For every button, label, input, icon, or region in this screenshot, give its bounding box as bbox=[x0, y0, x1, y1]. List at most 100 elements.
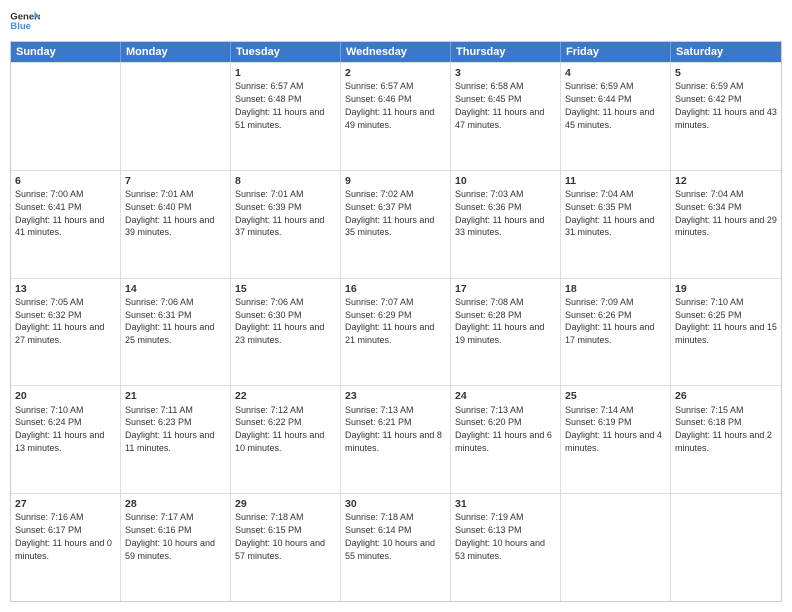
cell-info: Sunrise: 7:10 AMSunset: 6:24 PMDaylight:… bbox=[15, 405, 104, 453]
day-number: 14 bbox=[125, 282, 226, 296]
cell-info: Sunrise: 7:14 AMSunset: 6:19 PMDaylight:… bbox=[565, 405, 662, 453]
cell-info: Sunrise: 7:10 AMSunset: 6:25 PMDaylight:… bbox=[675, 297, 777, 345]
day-number: 8 bbox=[235, 174, 336, 188]
cell-info: Sunrise: 7:13 AMSunset: 6:20 PMDaylight:… bbox=[455, 405, 552, 453]
day-number: 15 bbox=[235, 282, 336, 296]
cell-info: Sunrise: 7:12 AMSunset: 6:22 PMDaylight:… bbox=[235, 405, 324, 453]
calendar-day-30: 30Sunrise: 7:18 AMSunset: 6:14 PMDayligh… bbox=[341, 494, 451, 601]
day-number: 3 bbox=[455, 66, 556, 80]
day-number: 11 bbox=[565, 174, 666, 188]
calendar-day-22: 22 Sunrise: 7:12 AMSunset: 6:22 PMDayligh… bbox=[231, 386, 341, 493]
cell-info: Sunrise: 7:04 AMSunset: 6:35 PMDaylight:… bbox=[565, 189, 654, 237]
calendar-week-1: 1Sunrise: 6:57 AMSunset: 6:48 PMDaylight… bbox=[11, 62, 781, 170]
calendar-body: 1Sunrise: 6:57 AMSunset: 6:48 PMDaylight… bbox=[11, 62, 781, 601]
cell-info: Sunrise: 7:04 AMSunset: 6:34 PMDaylight:… bbox=[675, 189, 777, 237]
cell-info: Sunrise: 6:59 AMSunset: 6:42 PMDaylight:… bbox=[675, 81, 777, 129]
cell-info: Sunrise: 7:06 AMSunset: 6:30 PMDaylight:… bbox=[235, 297, 324, 345]
calendar-day-8: 8Sunrise: 7:01 AMSunset: 6:39 PMDaylight… bbox=[231, 171, 341, 278]
day-number: 30 bbox=[345, 497, 446, 511]
cell-info: Sunrise: 7:19 AMSunset: 6:13 PMDaylight:… bbox=[455, 512, 545, 560]
calendar-day-10: 10Sunrise: 7:03 AMSunset: 6:36 PMDayligh… bbox=[451, 171, 561, 278]
calendar-day-12: 12Sunrise: 7:04 AMSunset: 6:34 PMDayligh… bbox=[671, 171, 781, 278]
calendar-day-9: 9Sunrise: 7:02 AMSunset: 6:37 PMDaylight… bbox=[341, 171, 451, 278]
calendar-week-5: 27Sunrise: 7:16 AMSunset: 6:17 PMDayligh… bbox=[11, 493, 781, 601]
day-number: 17 bbox=[455, 282, 556, 296]
cell-info: Sunrise: 7:13 AMSunset: 6:21 PMDaylight:… bbox=[345, 405, 442, 453]
cell-info: Sunrise: 7:01 AMSunset: 6:39 PMDaylight:… bbox=[235, 189, 324, 237]
calendar-header-row: SundayMondayTuesdayWednesdayThursdayFrid… bbox=[11, 42, 781, 62]
day-number: 18 bbox=[565, 282, 666, 296]
day-number: 22 bbox=[235, 389, 336, 403]
calendar-day-6: 6Sunrise: 7:00 AMSunset: 6:41 PMDaylight… bbox=[11, 171, 121, 278]
day-number: 21 bbox=[125, 389, 226, 403]
calendar-day-25: 25 Sunrise: 7:14 AMSunset: 6:19 PMDayligh… bbox=[561, 386, 671, 493]
header-day-tuesday: Tuesday bbox=[231, 42, 341, 62]
logo: General Blue bbox=[10, 10, 40, 35]
cell-info: Sunrise: 7:17 AMSunset: 6:16 PMDaylight:… bbox=[125, 512, 215, 560]
calendar-day-23: 23 Sunrise: 7:13 AMSunset: 6:21 PMDayligh… bbox=[341, 386, 451, 493]
logo-icon: General Blue bbox=[10, 10, 40, 35]
header-day-sunday: Sunday bbox=[11, 42, 121, 62]
calendar-day-11: 11Sunrise: 7:04 AMSunset: 6:35 PMDayligh… bbox=[561, 171, 671, 278]
day-number: 25 bbox=[565, 389, 666, 403]
day-number: 1 bbox=[235, 66, 336, 80]
calendar-day-29: 29Sunrise: 7:18 AMSunset: 6:15 PMDayligh… bbox=[231, 494, 341, 601]
calendar-day-27: 27Sunrise: 7:16 AMSunset: 6:17 PMDayligh… bbox=[11, 494, 121, 601]
calendar-day-16: 16Sunrise: 7:07 AMSunset: 6:29 PMDayligh… bbox=[341, 279, 451, 386]
day-number: 10 bbox=[455, 174, 556, 188]
calendar-day-5: 5Sunrise: 6:59 AMSunset: 6:42 PMDaylight… bbox=[671, 63, 781, 170]
calendar-empty-cell bbox=[11, 63, 121, 170]
calendar-day-18: 18Sunrise: 7:09 AMSunset: 6:26 PMDayligh… bbox=[561, 279, 671, 386]
cell-info: Sunrise: 7:01 AMSunset: 6:40 PMDaylight:… bbox=[125, 189, 214, 237]
calendar-day-17: 17Sunrise: 7:08 AMSunset: 6:28 PMDayligh… bbox=[451, 279, 561, 386]
cell-info: Sunrise: 6:57 AMSunset: 6:46 PMDaylight:… bbox=[345, 81, 434, 129]
calendar-day-3: 3Sunrise: 6:58 AMSunset: 6:45 PMDaylight… bbox=[451, 63, 561, 170]
day-number: 31 bbox=[455, 497, 556, 511]
cell-info: Sunrise: 7:08 AMSunset: 6:28 PMDaylight:… bbox=[455, 297, 544, 345]
calendar-empty-cell bbox=[121, 63, 231, 170]
day-number: 4 bbox=[565, 66, 666, 80]
calendar-day-4: 4Sunrise: 6:59 AMSunset: 6:44 PMDaylight… bbox=[561, 63, 671, 170]
calendar: SundayMondayTuesdayWednesdayThursdayFrid… bbox=[10, 41, 782, 602]
day-number: 5 bbox=[675, 66, 777, 80]
cell-info: Sunrise: 7:03 AMSunset: 6:36 PMDaylight:… bbox=[455, 189, 544, 237]
cell-info: Sunrise: 7:00 AMSunset: 6:41 PMDaylight:… bbox=[15, 189, 104, 237]
header-day-wednesday: Wednesday bbox=[341, 42, 451, 62]
calendar-day-14: 14Sunrise: 7:06 AMSunset: 6:31 PMDayligh… bbox=[121, 279, 231, 386]
cell-info: Sunrise: 7:02 AMSunset: 6:37 PMDaylight:… bbox=[345, 189, 434, 237]
calendar-day-31: 31Sunrise: 7:19 AMSunset: 6:13 PMDayligh… bbox=[451, 494, 561, 601]
calendar-day-15: 15Sunrise: 7:06 AMSunset: 6:30 PMDayligh… bbox=[231, 279, 341, 386]
calendar-day-24: 24Sunrise: 7:13 AMSunset: 6:20 PMDayligh… bbox=[451, 386, 561, 493]
cell-info: Sunrise: 7:06 AMSunset: 6:31 PMDaylight:… bbox=[125, 297, 214, 345]
calendar-day-28: 28Sunrise: 7:17 AMSunset: 6:16 PMDayligh… bbox=[121, 494, 231, 601]
day-number: 28 bbox=[125, 497, 226, 511]
calendar-week-4: 20Sunrise: 7:10 AMSunset: 6:24 PMDayligh… bbox=[11, 385, 781, 493]
calendar-day-21: 21 Sunrise: 7:11 AMSunset: 6:23 PMDayligh… bbox=[121, 386, 231, 493]
cell-info: Sunrise: 6:58 AMSunset: 6:45 PMDaylight:… bbox=[455, 81, 544, 129]
day-number: 19 bbox=[675, 282, 777, 296]
cell-info: Sunrise: 7:15 AMSunset: 6:18 PMDaylight:… bbox=[675, 405, 772, 453]
calendar-empty-cell bbox=[671, 494, 781, 601]
day-number: 12 bbox=[675, 174, 777, 188]
cell-info: Sunrise: 7:18 AMSunset: 6:14 PMDaylight:… bbox=[345, 512, 435, 560]
calendar-day-19: 19Sunrise: 7:10 AMSunset: 6:25 PMDayligh… bbox=[671, 279, 781, 386]
header-day-saturday: Saturday bbox=[671, 42, 781, 62]
cell-info: Sunrise: 6:59 AMSunset: 6:44 PMDaylight:… bbox=[565, 81, 654, 129]
calendar-day-26: 26Sunrise: 7:15 AMSunset: 6:18 PMDayligh… bbox=[671, 386, 781, 493]
cell-info: Sunrise: 6:57 AMSunset: 6:48 PMDaylight:… bbox=[235, 81, 324, 129]
page: General Blue SundayMondayTuesdayWednesda… bbox=[0, 0, 792, 612]
day-number: 27 bbox=[15, 497, 116, 511]
calendar-week-3: 13Sunrise: 7:05 AMSunset: 6:32 PMDayligh… bbox=[11, 278, 781, 386]
cell-info: Sunrise: 7:09 AMSunset: 6:26 PMDaylight:… bbox=[565, 297, 654, 345]
day-number: 16 bbox=[345, 282, 446, 296]
cell-info: Sunrise: 7:18 AMSunset: 6:15 PMDaylight:… bbox=[235, 512, 325, 560]
header-day-monday: Monday bbox=[121, 42, 231, 62]
day-number: 23 bbox=[345, 389, 446, 403]
header-day-friday: Friday bbox=[561, 42, 671, 62]
cell-info: Sunrise: 7:11 AMSunset: 6:23 PMDaylight:… bbox=[125, 405, 214, 453]
calendar-day-1: 1Sunrise: 6:57 AMSunset: 6:48 PMDaylight… bbox=[231, 63, 341, 170]
calendar-day-2: 2Sunrise: 6:57 AMSunset: 6:46 PMDaylight… bbox=[341, 63, 451, 170]
calendar-day-7: 7Sunrise: 7:01 AMSunset: 6:40 PMDaylight… bbox=[121, 171, 231, 278]
day-number: 2 bbox=[345, 66, 446, 80]
day-number: 6 bbox=[15, 174, 116, 188]
